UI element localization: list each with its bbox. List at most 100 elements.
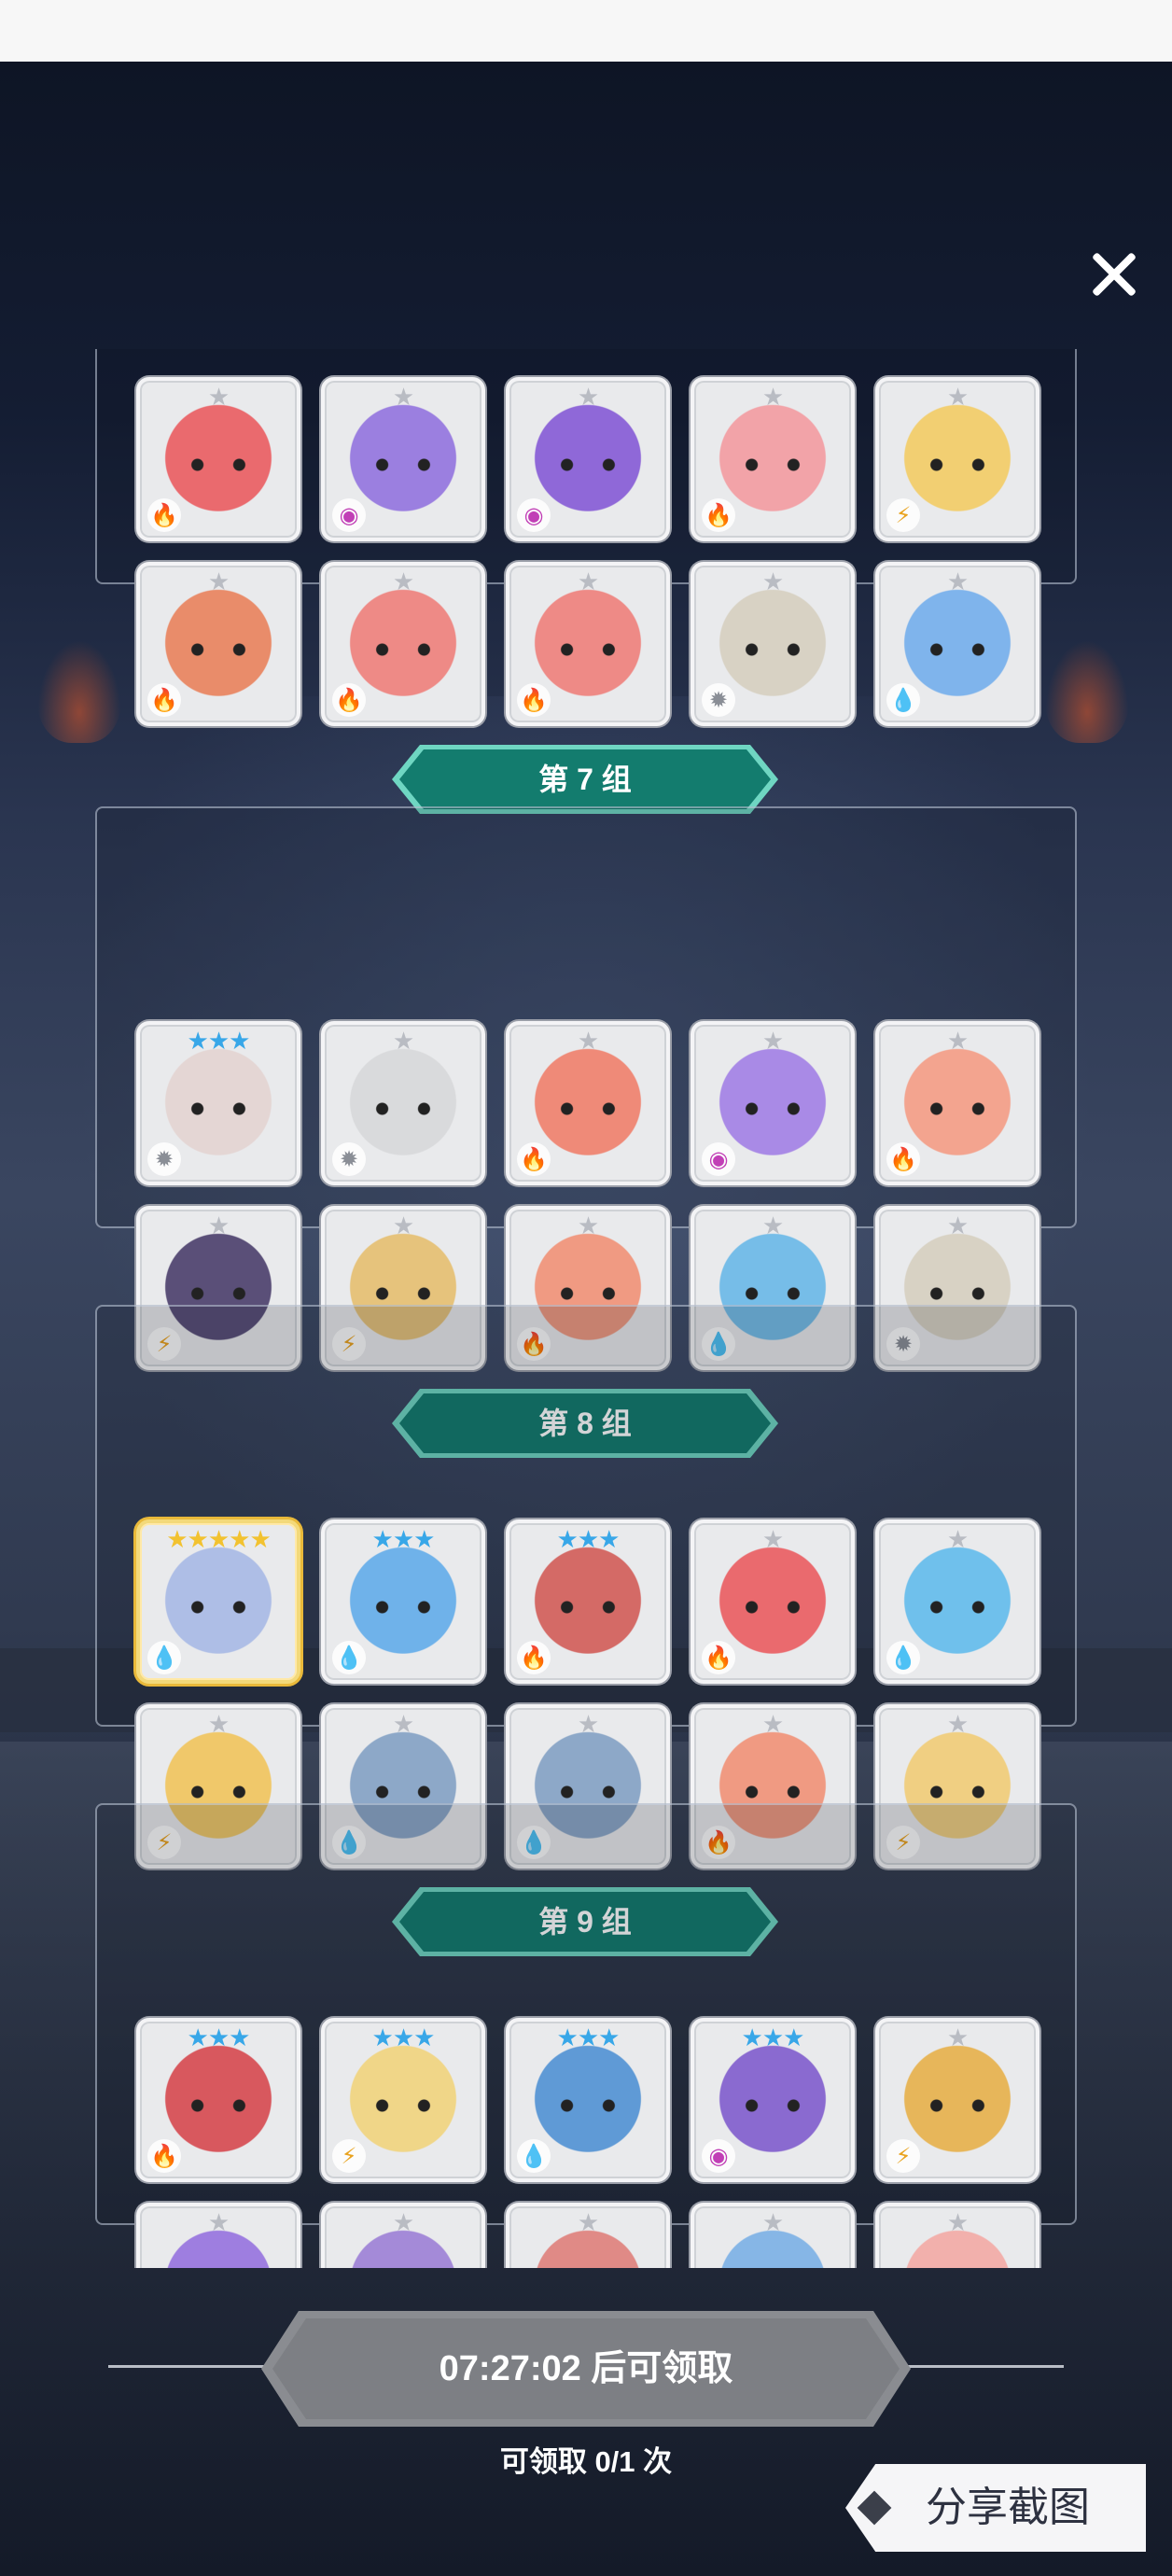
star-rating: ★ (577, 568, 599, 596)
fire-element-icon: 🔥 (517, 1641, 551, 1674)
fire-element-icon: 🔥 (147, 498, 181, 532)
fire-element-icon: 🔥 (147, 683, 181, 717)
star-rating: ★★★ (187, 1028, 251, 1056)
character-card[interactable]: ★🔥 (506, 562, 670, 726)
shadow-element-icon: ◉ (332, 498, 366, 532)
character-card[interactable]: ★ ⚡ (875, 2018, 1039, 2182)
character-card[interactable]: ★🔥 (875, 2203, 1039, 2268)
fire-element-icon: 🔥 (517, 683, 551, 717)
star-rating: ★★★ (741, 2024, 805, 2052)
character-card[interactable]: ★🔥 (136, 562, 300, 726)
star-rating: ★★★ (187, 2024, 251, 2052)
water-element-icon: 💧 (517, 2139, 551, 2173)
fire-element-icon: 🔥 (702, 1641, 735, 1674)
star-rating: ★★★ (371, 1526, 436, 1554)
character-card[interactable]: ★🔥 (691, 1519, 855, 1684)
character-card[interactable]: ★ ⚡ (875, 377, 1039, 541)
star-rating: ★ (946, 1028, 969, 1056)
earth-element-icon: ⚡ (886, 498, 920, 532)
star-rating: ★ (946, 1212, 969, 1240)
character-card[interactable]: ★🔥 (691, 377, 855, 541)
character-card[interactable]: ★★★ ⚡ (321, 2018, 485, 2182)
character-card[interactable]: ★🔥 (506, 2203, 670, 2268)
character-card[interactable]: ★💧 (875, 562, 1039, 726)
character-card[interactable]: ★★★★★ 💧 (136, 1519, 300, 1684)
character-card[interactable]: ★◉ (136, 2203, 300, 2268)
shadow-element-icon: ◉ (702, 2139, 735, 2173)
divider-left (108, 2365, 272, 2368)
character-card[interactable]: ★★★ 💧 (506, 2018, 670, 2182)
character-card[interactable]: ★🔥 (875, 1021, 1039, 1185)
star-rating: ★ (946, 568, 969, 596)
light-element-icon: ✹ (147, 1142, 181, 1176)
group-banner: 第 7 组 (392, 745, 778, 814)
star-rating: ★ (761, 1028, 784, 1056)
fire-element-icon: 🔥 (517, 1142, 551, 1176)
star-rating: ★ (392, 1212, 414, 1240)
claim-button-label: 07:27:02 后可领取 (439, 2349, 733, 2388)
claim-button[interactable]: 07:27:02 后可领取 (261, 2311, 911, 2427)
star-rating: ★ (761, 568, 784, 596)
character-card[interactable]: ★🔥 (506, 1021, 670, 1185)
star-rating: ★★★★★ (166, 1526, 272, 1554)
character-card[interactable]: ★◉ (321, 2203, 485, 2268)
star-rating: ★ (392, 1028, 414, 1056)
share-button-label: 分享截图 (926, 2484, 1090, 2531)
earth-element-icon: ⚡ (886, 2139, 920, 2173)
shadow-element-icon: ◉ (702, 1142, 735, 1176)
status-bar (0, 0, 1172, 62)
star-rating: ★ (946, 2209, 969, 2237)
fire-element-icon: 🔥 (332, 683, 366, 717)
star-rating: ★ (207, 384, 230, 412)
water-element-icon: 💧 (886, 683, 920, 717)
character-card[interactable]: ★◉ (691, 1021, 855, 1185)
close-icon[interactable] (1090, 250, 1138, 299)
fire-element-icon: 🔥 (702, 498, 735, 532)
star-rating: ★ (577, 1212, 599, 1240)
star-rating: ★ (946, 2024, 969, 2052)
shadow-element-icon: ◉ (517, 498, 551, 532)
star-rating: ★ (761, 1526, 784, 1554)
star-rating: ★ (577, 2209, 599, 2237)
star-rating: ★ (392, 384, 414, 412)
character-card[interactable]: ★★★ ✹ (136, 1021, 300, 1185)
star-rating: ★★★ (556, 1526, 621, 1554)
character-card[interactable]: ★★★ 💧 (321, 1519, 485, 1684)
star-rating: ★ (761, 384, 784, 412)
character-card[interactable]: ★★★ ◉ (691, 2018, 855, 2182)
water-element-icon: 💧 (886, 1641, 920, 1674)
star-rating: ★ (207, 1711, 230, 1739)
star-rating: ★ (207, 1212, 230, 1240)
character-card[interactable]: ★◉ (321, 377, 485, 541)
earth-element-icon: ⚡ (332, 2139, 366, 2173)
group-list[interactable]: ★ 🔥 ★ ◉ ★ ◉ ★ 🔥 ★ ⚡ ★ 🔥 ★ 🔥 ★ 🔥 ★ ✹ ★ 💧 第 7 组 ★★★ ✹ ★ ✹ ★ 🔥 ★ ◉ ★ 🔥 ★ ⚡ ★… (0, 349, 1172, 2268)
fire-element-icon: 🔥 (886, 1142, 920, 1176)
star-rating: ★ (946, 1711, 969, 1739)
character-card[interactable]: ★ ✹ (691, 562, 855, 726)
fire-element-icon: 🔥 (147, 2139, 181, 2173)
light-element-icon: ✹ (702, 683, 735, 717)
star-rating: ★ (207, 2209, 230, 2237)
star-rating: ★ (392, 2209, 414, 2237)
star-rating: ★ (392, 1711, 414, 1739)
star-rating: ★ (577, 384, 599, 412)
character-card[interactable]: ★💧 (875, 1519, 1039, 1684)
star-rating: ★ (761, 2209, 784, 2237)
character-card[interactable]: ★◉ (506, 377, 670, 541)
star-rating: ★ (392, 568, 414, 596)
character-card[interactable]: ★★★ 🔥 (506, 1519, 670, 1684)
character-card[interactable]: ★★★ 🔥 (136, 2018, 300, 2182)
character-card[interactable]: ★🔥 (136, 377, 300, 541)
character-card[interactable]: ★ ✹ (321, 1021, 485, 1185)
water-element-icon: 💧 (332, 1641, 366, 1674)
character-card[interactable]: ★🔥 (321, 562, 485, 726)
star-rating: ★ (946, 384, 969, 412)
share-screenshot-button[interactable]: 分享截图 (845, 2464, 1146, 2552)
star-rating: ★ (761, 1711, 784, 1739)
light-element-icon: ✹ (332, 1142, 366, 1176)
divider-right (900, 2365, 1064, 2368)
character-card[interactable]: ★💧 (691, 2203, 855, 2268)
star-rating: ★★★ (556, 2024, 621, 2052)
star-rating: ★ (946, 1526, 969, 1554)
star-rating: ★ (207, 568, 230, 596)
